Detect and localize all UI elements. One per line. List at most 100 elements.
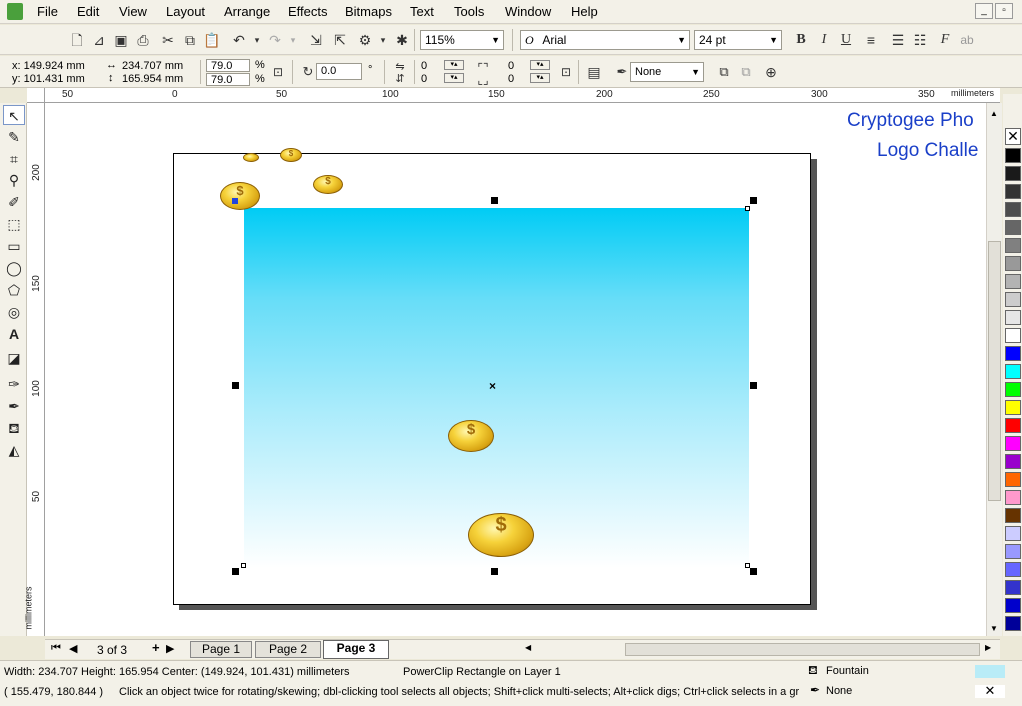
menu-bitmaps[interactable]: Bitmaps [345, 4, 392, 19]
page-tab-2[interactable]: Page 2 [255, 641, 321, 658]
menu-text[interactable]: Text [410, 4, 434, 19]
outline-width-select[interactable]: None ▼ [630, 62, 704, 82]
color-swatch[interactable] [1005, 436, 1021, 451]
menu-window[interactable]: Window [505, 4, 551, 19]
horizontal-ruler[interactable]: 50 0 50 100 150 200 250 300 350 millimet… [45, 88, 1000, 103]
selection-handle[interactable] [232, 568, 239, 575]
horizontal-scroll-thumb[interactable] [625, 643, 980, 656]
rectangle-tool-icon[interactable]: ▭ [3, 236, 25, 256]
corel-online-icon[interactable]: ✱ [392, 30, 412, 50]
color-swatch[interactable] [1005, 364, 1021, 379]
object-x-position[interactable]: x: 149.924 mm [12, 60, 85, 72]
coin-image[interactable] [243, 153, 259, 162]
spinner-icon[interactable]: ▾▴ [530, 73, 550, 83]
menu-edit[interactable]: Edit [77, 4, 99, 19]
app-icon[interactable] [7, 3, 23, 20]
outline-color-swatch[interactable]: ✕ [975, 684, 1005, 698]
polygon-tool-icon[interactable]: ⬠ [3, 280, 25, 300]
object-height[interactable]: 165.954 mm [122, 73, 183, 85]
freehand-tool-icon[interactable]: ✐ [3, 192, 25, 212]
crop-tool-icon[interactable]: ⌗ [3, 149, 25, 169]
fill-tool-icon[interactable]: ⛾ [3, 418, 25, 438]
color-swatch[interactable] [1005, 382, 1021, 397]
paste-icon[interactable]: 📋 [202, 30, 222, 50]
menu-arrange[interactable]: Arrange [224, 4, 270, 19]
no-color-swatch[interactable]: ✕ [1005, 128, 1021, 145]
coin-image[interactable]: $ [448, 420, 494, 452]
ellipse-tool-icon[interactable]: ◯ [3, 258, 25, 278]
add-page-icon[interactable]: + [152, 640, 160, 655]
spinner-icon[interactable]: ▾▴ [444, 60, 464, 70]
convert-to-curves-icon[interactable]: ⊕ [761, 62, 781, 82]
page-tab-3[interactable]: Page 3 [323, 640, 389, 659]
corner-radius-3[interactable]: 0 [508, 60, 514, 72]
selection-handle[interactable] [750, 197, 757, 204]
restore-button[interactable]: ▫ [995, 3, 1013, 19]
bold-icon[interactable]: B [791, 30, 811, 50]
bullet-list-icon[interactable]: ☰ [888, 30, 908, 50]
coin-image[interactable]: $ [313, 175, 343, 194]
interactive-fill-icon[interactable]: ◭ [3, 440, 25, 460]
coin-image[interactable]: $ [280, 148, 302, 162]
launcher-dropdown-icon[interactable]: ▾ [373, 30, 393, 50]
selection-handle[interactable] [491, 197, 498, 204]
color-swatch[interactable] [1005, 472, 1021, 487]
color-swatch[interactable] [1005, 274, 1021, 289]
application-launcher-icon[interactable]: ⚙ [355, 30, 375, 50]
color-swatch[interactable] [1005, 310, 1021, 325]
shape-tool-icon[interactable]: ✎ [3, 127, 25, 147]
to-front-icon[interactable]: ⧉ [714, 62, 734, 82]
save-icon[interactable]: ▣ [111, 30, 131, 50]
cut-icon[interactable]: ✂ [158, 30, 178, 50]
fill-color-swatch[interactable] [975, 665, 1005, 678]
color-swatch[interactable] [1005, 454, 1021, 469]
spinner-icon[interactable]: ▾▴ [444, 73, 464, 83]
basic-shapes-icon[interactable]: ◎ [3, 302, 25, 322]
menu-view[interactable]: View [119, 4, 147, 19]
spinner-icon[interactable]: ▾▴ [530, 60, 550, 70]
color-swatch[interactable] [1005, 400, 1021, 415]
color-swatch[interactable] [1005, 508, 1021, 523]
scroll-left-icon[interactable]: ◀ [525, 643, 531, 652]
first-page-icon[interactable]: ⏮ [51, 642, 61, 655]
menu-effects[interactable]: Effects [288, 4, 328, 19]
wrap-text-icon[interactable]: ▤ [584, 62, 604, 82]
page-tab-1[interactable]: Page 1 [190, 641, 252, 658]
underline-icon[interactable]: U [836, 30, 856, 50]
zoom-level-select[interactable]: 115% ▼ [420, 30, 504, 50]
color-swatch[interactable] [1005, 598, 1021, 613]
color-swatch[interactable] [1005, 616, 1021, 631]
character-format-icon[interactable]: F [935, 30, 955, 50]
menu-layout[interactable]: Layout [166, 4, 205, 19]
color-swatch[interactable] [1005, 148, 1021, 163]
selection-handle[interactable] [491, 568, 498, 575]
color-swatch[interactable] [1005, 238, 1021, 253]
color-swatch[interactable] [1005, 526, 1021, 541]
minimize-button[interactable]: _ [975, 3, 993, 19]
edit-text-icon[interactable]: ab [957, 30, 977, 50]
color-swatch[interactable] [1005, 202, 1021, 217]
undo-icon[interactable]: ↶ [229, 30, 249, 50]
eyedropper-icon[interactable]: ✑ [3, 374, 25, 394]
scroll-down-icon[interactable]: ▼ [990, 624, 998, 633]
vertical-scrollbar[interactable]: ▲ ▼ [986, 103, 1002, 636]
undo-dropdown-icon[interactable]: ▾ [247, 30, 267, 50]
menu-tools[interactable]: Tools [454, 4, 484, 19]
smart-fill-icon[interactable]: ⬚ [3, 214, 25, 234]
color-swatch[interactable] [1005, 256, 1021, 271]
corner-radius-4[interactable]: 0 [508, 73, 514, 85]
object-y-position[interactable]: y: 101.431 mm [12, 73, 85, 85]
scale-x-field[interactable]: 79.0 [206, 59, 250, 72]
drawing-canvas[interactable]: Cryptogee Pho Logo Challe $ $ $ $ $ × [45, 103, 986, 636]
center-marker-icon[interactable]: × [489, 379, 496, 393]
export-icon[interactable]: ⇱ [330, 30, 350, 50]
color-swatch[interactable] [1005, 292, 1021, 307]
corner-radius-2[interactable]: 0 [421, 73, 427, 85]
print-icon[interactable]: ⎙ [133, 30, 153, 50]
interactive-blend-icon[interactable]: ◪ [3, 348, 25, 368]
redo-dropdown-icon[interactable]: ▾ [283, 30, 303, 50]
italic-icon[interactable]: I [814, 30, 834, 50]
round-corners-lock-icon[interactable]: ⊡ [556, 62, 576, 82]
mirror-vertical-icon[interactable]: ⇵ [390, 69, 410, 89]
pick-tool-icon[interactable]: ↖ [3, 105, 25, 125]
